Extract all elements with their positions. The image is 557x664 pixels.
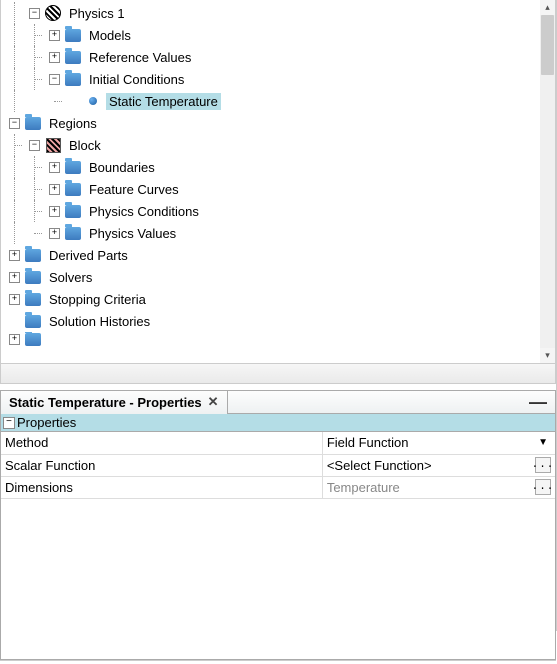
bullet-icon [84,92,102,110]
folder-icon [64,202,82,220]
expand-toggle-icon[interactable]: + [9,294,20,305]
tree-item-regions[interactable]: − Regions [5,112,555,134]
tree-item-block[interactable]: − Block [5,134,555,156]
expand-toggle-icon[interactable]: + [49,162,60,173]
tree-item-solution-histories[interactable]: Solution Histories [5,310,555,332]
tree-label: Physics 1 [66,5,128,22]
tree-label: Solution Histories [46,313,153,330]
ellipsis-button[interactable]: ... [535,457,551,473]
expand-toggle-icon[interactable]: + [49,52,60,63]
tree-item-solvers[interactable]: + Solvers [5,266,555,288]
property-name: Dimensions [1,476,322,498]
property-row-scalar-function: Scalar Function <Select Function> ... [1,454,555,476]
tree-panel: − Physics 1 + Models + Reference Values [0,0,556,384]
tab-title: Static Temperature - Properties [9,395,202,410]
simulation-tree: − Physics 1 + Models + Reference Values [1,0,555,346]
expand-toggle-icon[interactable]: + [9,334,20,345]
folder-icon [24,312,42,330]
dimensions-picker[interactable]: Temperature ... [327,479,551,495]
expand-toggle-icon[interactable]: + [9,272,20,283]
tree-item-physics1[interactable]: − Physics 1 [5,2,555,24]
tree-label: Boundaries [86,159,158,176]
scroll-thumb[interactable] [541,15,554,75]
collapse-toggle-icon[interactable]: − [3,417,15,429]
tree-label: Physics Values [86,225,179,242]
expand-toggle-icon[interactable]: − [29,140,40,151]
expand-toggle-icon[interactable]: − [9,118,20,129]
properties-tab[interactable]: Static Temperature - Properties ✕ [1,391,228,414]
properties-tabbar: Static Temperature - Properties ✕ — [1,391,555,414]
tree-item-physics-values[interactable]: + Physics Values [5,222,555,244]
tree-label: Regions [46,115,100,132]
ellipsis-button[interactable]: ... [535,479,551,495]
expand-none [9,316,20,327]
folder-icon [64,224,82,242]
properties-empty-area [1,499,555,659]
expand-toggle-icon[interactable]: + [49,228,60,239]
expand-toggle-icon[interactable]: + [49,206,60,217]
scalar-function-picker[interactable]: <Select Function> ... [327,457,551,473]
chevron-down-icon[interactable]: ▼ [535,437,551,448]
tree-item-boundaries[interactable]: + Boundaries [5,156,555,178]
tree-label: Initial Conditions [86,71,187,88]
expand-toggle-icon[interactable]: + [49,184,60,195]
folder-icon [24,332,42,346]
tree-item-reference-values[interactable]: + Reference Values [5,46,555,68]
tree-label: Block [66,137,104,154]
close-icon[interactable]: ✕ [206,394,221,410]
properties-group-header[interactable]: − Properties [1,414,555,432]
property-row-dimensions: Dimensions Temperature ... [1,476,555,498]
folder-icon [64,158,82,176]
property-value: Temperature [327,480,400,495]
method-dropdown[interactable]: Field Function ▼ [327,435,551,450]
property-name: Scalar Function [1,454,322,476]
scroll-down-icon[interactable]: ▾ [540,348,555,363]
property-name: Method [1,432,322,454]
tree-item-static-temperature[interactable]: Static Temperature [5,90,555,112]
tree-item-cutoff[interactable]: + [5,332,555,346]
tree-label: Solvers [46,269,95,286]
folder-icon [24,114,42,132]
folder-icon [64,26,82,44]
group-title: Properties [17,415,76,430]
expand-toggle-icon[interactable]: − [49,74,60,85]
hatch-square-icon [44,136,62,154]
folder-icon [24,290,42,308]
tree-label: Models [86,27,134,44]
properties-table: Method Field Function ▼ Scalar Function … [1,432,555,499]
property-value: Field Function [327,435,409,450]
tree-item-models[interactable]: + Models [5,24,555,46]
properties-panel: Static Temperature - Properties ✕ — − Pr… [0,390,556,660]
property-value: <Select Function> [327,458,432,473]
tree-label: Physics Conditions [86,203,202,220]
tree-footer-bar [1,363,555,383]
scroll-up-icon[interactable]: ▴ [540,0,555,15]
hatch-circle-icon [44,4,62,22]
tree-item-stopping-criteria[interactable]: + Stopping Criteria [5,288,555,310]
tree-label: Feature Curves [86,181,182,198]
expand-toggle-icon[interactable]: + [49,30,60,41]
folder-icon [64,180,82,198]
minimize-button[interactable]: — [525,397,551,407]
folder-icon [24,268,42,286]
tree-item-physics-conditions[interactable]: + Physics Conditions [5,200,555,222]
expand-toggle-icon[interactable]: + [9,250,20,261]
tree-label: Derived Parts [46,247,131,264]
property-row-method: Method Field Function ▼ [1,432,555,454]
expand-toggle-icon[interactable]: − [29,8,40,19]
tree-label: Reference Values [86,49,194,66]
expand-none [69,96,80,107]
tree-item-derived-parts[interactable]: + Derived Parts [5,244,555,266]
vertical-scrollbar[interactable]: ▴ ▾ [540,0,555,363]
tree-item-initial-conditions[interactable]: − Initial Conditions [5,68,555,90]
tree-label-selected: Static Temperature [106,93,221,110]
tree-label: Stopping Criteria [46,291,149,308]
folder-icon [64,70,82,88]
folder-icon [64,48,82,66]
tree-item-feature-curves[interactable]: + Feature Curves [5,178,555,200]
folder-icon [24,246,42,264]
